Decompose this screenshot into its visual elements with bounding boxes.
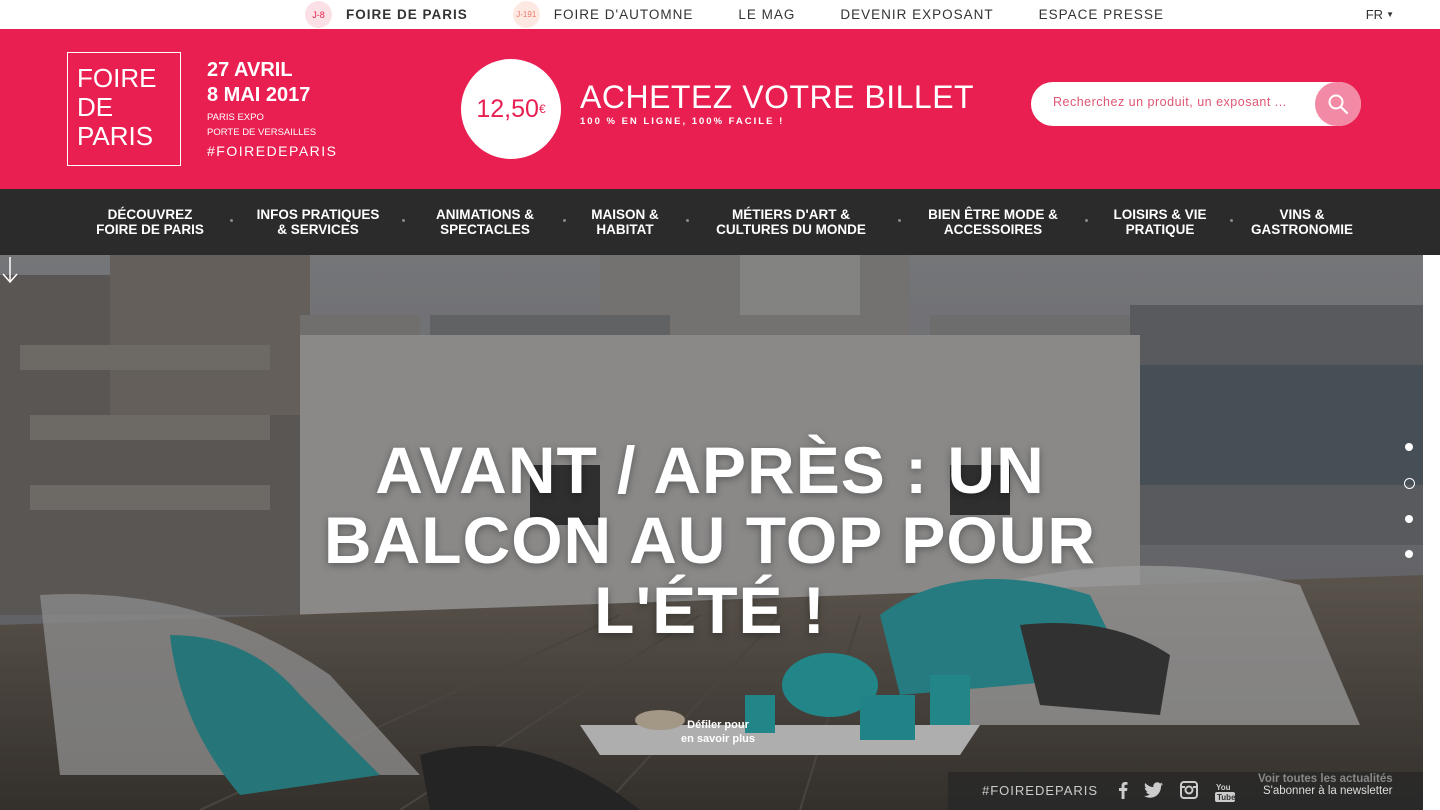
nav-item-loisirs[interactable]: LOISIRS & VIE PRATIQUE [1113, 207, 1206, 237]
ticket-subtitle: 100 % EN LIGNE, 100% FACILE ! [580, 116, 785, 127]
hashtag: #FOIREDEPARIS [207, 143, 338, 159]
header: FOIRE DE PARIS 27 AVRIL 8 MAI 2017 PARIS… [0, 29, 1440, 189]
nav-separator [563, 219, 566, 222]
countdown-badge: J-8 [305, 1, 332, 28]
social-bar: #FOIREDEPARIS You Tube Voir toutes les a… [948, 772, 1423, 810]
nav-label: DÉCOUVREZ [107, 207, 193, 222]
venue-line: PARIS EXPO [207, 112, 264, 123]
language-selector[interactable]: FR ▼ [1366, 7, 1394, 22]
logo-line: PARIS [77, 121, 154, 151]
arrow-down-icon[interactable] [0, 255, 20, 285]
twitter-icon[interactable] [1144, 781, 1164, 799]
page-scrollbar[interactable] [1423, 255, 1440, 810]
search-box [1031, 82, 1361, 126]
nav-label: HABITAT [596, 222, 654, 237]
logo-line: DE [77, 92, 114, 122]
nav-label: PRATIQUE [1125, 222, 1195, 237]
hero-title-line: BALCON AU TOP POUR [323, 503, 1097, 577]
nav-label: VINS & [1279, 207, 1325, 222]
price-amount: 12,50 [476, 94, 539, 123]
nav-item-animations[interactable]: ANIMATIONS & SPECTACLES [436, 207, 534, 237]
hero-slider: AVANT / APRÈS : UN BALCON AU TOP POUR L'… [0, 255, 1423, 810]
nav-item-decouvrez[interactable]: DÉCOUVREZ FOIRE DE PARIS [96, 207, 204, 237]
nav-label: & SERVICES [277, 222, 359, 237]
slide-dot-2-active[interactable] [1404, 478, 1415, 489]
nav-separator [230, 219, 233, 222]
topnav-label: DEVENIR EXPOSANT [840, 7, 994, 22]
caret-down-icon: ▼ [1386, 10, 1394, 19]
hero-title[interactable]: AVANT / APRÈS : UN BALCON AU TOP POUR L'… [260, 435, 1160, 645]
nav-item-metiers-art[interactable]: MÉTIERS D'ART & CULTURES DU MONDE [716, 207, 866, 237]
scroll-cue-text: en savoir plus [681, 733, 755, 745]
buy-ticket-link[interactable]: ACHETEZ VOTRE BILLET 100 % EN LIGNE, 100… [580, 79, 974, 127]
nav-label: ACCESSOIRES [943, 222, 1043, 237]
nav-separator [898, 219, 901, 222]
slide-dot-3[interactable] [1405, 515, 1413, 523]
logo-line: FOIRE [77, 63, 157, 93]
search-button[interactable] [1315, 82, 1361, 126]
scroll-cue[interactable]: Défiler pour en savoir plus [668, 718, 768, 746]
youtube-icon[interactable]: You Tube [1214, 781, 1236, 803]
ticket-title: ACHETEZ VOTRE BILLET [580, 79, 975, 115]
newsletter-link[interactable]: S'abonner à la newsletter [1263, 785, 1392, 797]
nav-label: MAISON & [591, 207, 659, 222]
nav-label: CULTURES DU MONDE [716, 222, 866, 237]
search-input[interactable] [1051, 94, 1317, 110]
all-news-link[interactable]: Voir toutes les actualités [1258, 773, 1393, 785]
nav-item-infos-pratiques[interactable]: INFOS PRATIQUES & SERVICES [257, 207, 380, 237]
nav-item-vins[interactable]: VINS & GASTRONOMIE [1251, 207, 1353, 237]
topnav-espace-presse[interactable]: ESPACE PRESSE [1039, 7, 1164, 22]
countdown-badge: J-191 [512, 1, 540, 28]
social-hashtag: #FOIREDEPARIS [982, 783, 1099, 798]
svg-text:You: You [1216, 783, 1231, 792]
ticket-price[interactable]: 12,50 € [461, 59, 561, 159]
topnav-label: LE MAG [738, 7, 796, 22]
instagram-icon[interactable] [1180, 781, 1198, 799]
topnav-le-mag[interactable]: LE MAG [738, 7, 795, 22]
nav-label: FOIRE DE PARIS [96, 222, 204, 237]
date-start: 27 AVRIL [207, 59, 293, 81]
nav-label: GASTRONOMIE [1250, 222, 1354, 237]
nav-item-maison-habitat[interactable]: MAISON & HABITAT [591, 207, 659, 237]
search-icon [1328, 94, 1349, 115]
hero-title-line: AVANT / APRÈS : UN [375, 433, 1045, 507]
topnav-label: ESPACE PRESSE [1038, 7, 1164, 22]
nav-separator [686, 219, 689, 222]
logo[interactable]: FOIRE DE PARIS [67, 52, 181, 166]
nav-label: ANIMATIONS & [436, 207, 534, 222]
venue-line: PORTE DE VERSAILLES [207, 127, 317, 138]
nav-separator [402, 219, 405, 222]
nav-label: LOISIRS & VIE [1113, 207, 1207, 222]
slide-dot-4[interactable] [1405, 550, 1413, 558]
nav-separator [1230, 219, 1233, 222]
event-dates: 27 AVRIL 8 MAI 2017 PARIS EXPO PORTE DE … [207, 58, 338, 159]
scroll-cue-text: Défiler pour [687, 719, 749, 731]
topnav-foire-de-paris[interactable]: J-8 FOIRE DE PARIS [305, 1, 468, 28]
nav-item-bien-etre[interactable]: BIEN ÊTRE MODE & ACCESSOIRES [928, 207, 1058, 237]
hero-title-line: L'ÉTÉ ! [594, 573, 826, 647]
facebook-icon[interactable] [1118, 781, 1128, 799]
language-label: FR [1365, 7, 1384, 22]
top-nav: J-8 FOIRE DE PARIS J-191 FOIRE D'AUTOMNE… [305, 0, 1209, 29]
svg-text:Tube: Tube [1217, 793, 1236, 802]
nav-label: MÉTIERS D'ART & [732, 207, 850, 222]
date-end: 8 MAI 2017 [207, 84, 311, 106]
price-currency: € [538, 102, 546, 116]
nav-separator [1085, 219, 1088, 222]
topnav-foire-automne[interactable]: J-191 FOIRE D'AUTOMNE [512, 1, 694, 28]
topnav-label: FOIRE D'AUTOMNE [553, 7, 694, 22]
topnav-devenir-exposant[interactable]: DEVENIR EXPOSANT [840, 7, 993, 22]
topnav-label: FOIRE DE PARIS [346, 7, 468, 22]
nav-label: INFOS PRATIQUES [256, 207, 380, 222]
main-nav: DÉCOUVREZ FOIRE DE PARIS INFOS PRATIQUES… [0, 189, 1440, 255]
slide-dot-1[interactable] [1405, 443, 1413, 451]
nav-label: SPECTACLES [440, 222, 530, 237]
nav-label: BIEN ÊTRE MODE & [928, 207, 1058, 222]
top-bar: J-8 FOIRE DE PARIS J-191 FOIRE D'AUTOMNE… [0, 0, 1440, 29]
